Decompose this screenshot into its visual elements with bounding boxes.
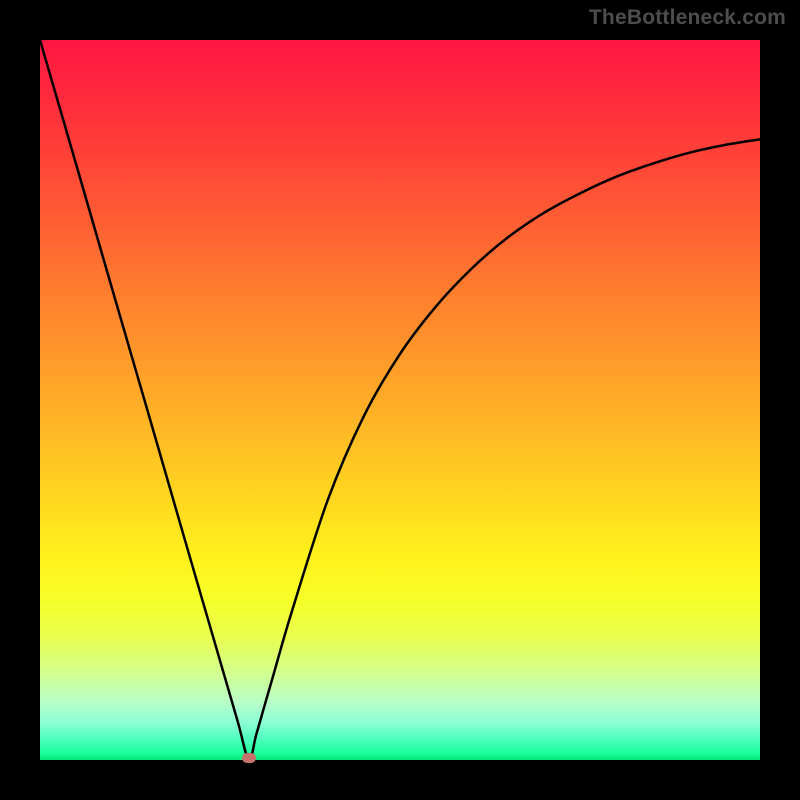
bottleneck-curve bbox=[40, 40, 760, 760]
plot-area bbox=[40, 40, 760, 760]
figure: { "attribution": "TheBottleneck.com", "c… bbox=[0, 0, 800, 800]
attribution-label: TheBottleneck.com bbox=[589, 6, 786, 30]
minimum-marker bbox=[242, 753, 256, 763]
